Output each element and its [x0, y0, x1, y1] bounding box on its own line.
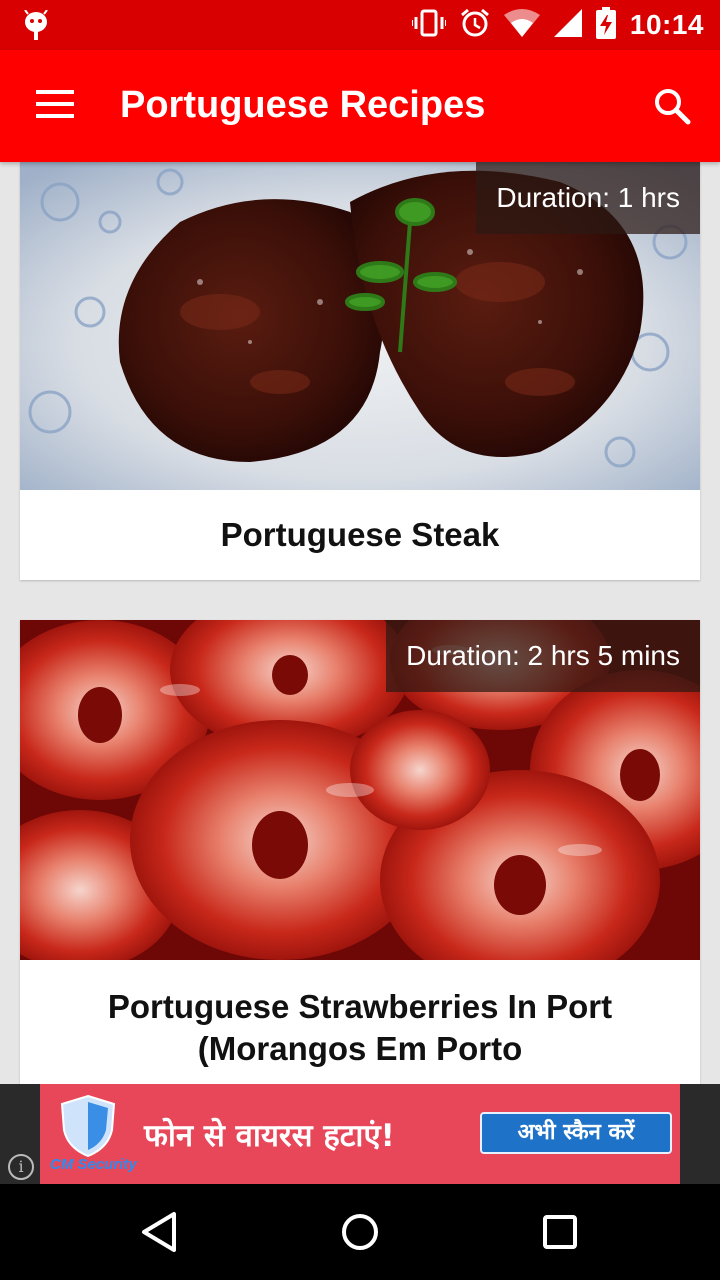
back-icon[interactable]: [136, 1208, 184, 1256]
duration-badge: Duration: 1 hrs: [476, 162, 700, 234]
recipe-image[interactable]: Duration: 1 hrs: [20, 162, 700, 490]
ad-banner[interactable]: i CM Security फोन से वायरस हटाएं! अभी स्…: [0, 1084, 720, 1184]
wifi-icon: [503, 8, 540, 42]
search-icon[interactable]: [652, 86, 692, 126]
recipe-title[interactable]: Portuguese Strawberries In Port (Morango…: [20, 960, 700, 1070]
vibrate-icon: [410, 8, 447, 43]
ad-scan-button[interactable]: अभी स्कैन करें: [480, 1112, 672, 1154]
duration-badge: Duration: 2 hrs 5 mins: [386, 620, 700, 692]
status-bar: 10:14: [0, 0, 720, 50]
ad-brand: CM Security: [50, 1156, 137, 1173]
recents-icon[interactable]: [536, 1208, 584, 1256]
navigation-bar: [0, 1184, 720, 1280]
recipe-image[interactable]: Duration: 2 hrs 5 mins: [20, 620, 700, 960]
shield-icon: [60, 1094, 116, 1158]
home-icon[interactable]: [336, 1208, 384, 1256]
recipe-list[interactable]: Duration: 1 hrs Portuguese Steak Duratio…: [0, 162, 720, 1084]
alarm-icon: [460, 8, 490, 43]
info-icon[interactable]: i: [8, 1154, 34, 1180]
ad-message: फोन से वायरस हटाएं!: [144, 1118, 395, 1154]
app-title: Portuguese Recipes: [120, 84, 486, 126]
app-bar: Portuguese Recipes: [0, 50, 720, 162]
android-debug-icon: [22, 9, 50, 40]
signal-icon: [553, 8, 582, 42]
recipe-title[interactable]: Portuguese Steak: [20, 490, 700, 580]
battery-charging-icon: [595, 6, 616, 44]
hamburger-menu-icon[interactable]: [36, 90, 76, 122]
status-time: 10:14: [629, 9, 704, 40]
recipe-card[interactable]: Duration: 1 hrs Portuguese Steak: [20, 162, 700, 580]
ad-content[interactable]: CM Security फोन से वायरस हटाएं! अभी स्कै…: [40, 1084, 680, 1184]
recipe-card[interactable]: Duration: 2 hrs 5 mins Portuguese Strawb…: [20, 620, 700, 1084]
